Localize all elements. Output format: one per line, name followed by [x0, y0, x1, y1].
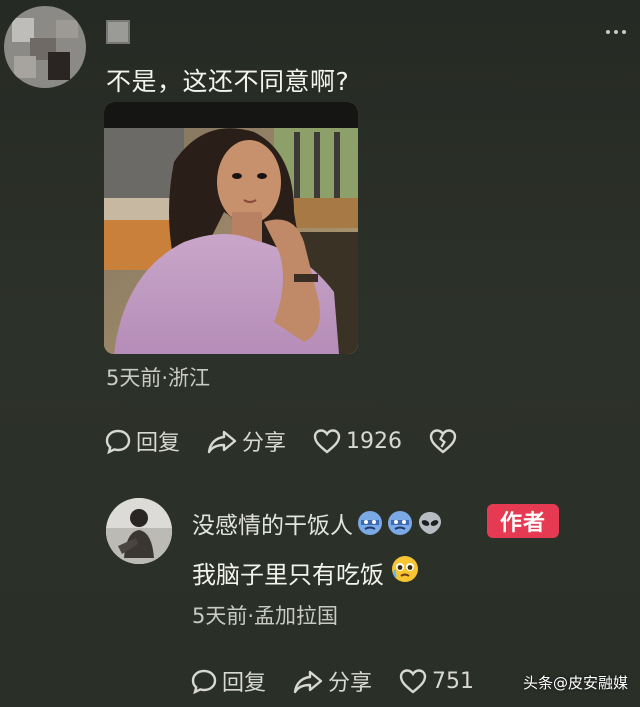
watermark: 头条@皮安融媒 [523, 672, 628, 693]
watermark-text: 头条@皮安融媒 [522, 674, 628, 692]
reply-time-location: 5天前·孟加拉国 [192, 604, 339, 628]
commenter-name-blurred[interactable] [106, 20, 130, 44]
reply-label: 回复 [136, 431, 181, 456]
like-count: 1926 [346, 428, 403, 454]
reply-reply-button[interactable]: 回复 [190, 665, 266, 697]
reply-username-row: 没感情的干饭人 [192, 506, 443, 540]
author-badge: 作者 [487, 504, 559, 538]
crying-face-emoji-icon [387, 510, 413, 536]
share-label: 分享 [328, 671, 373, 696]
like-count: 751 [432, 668, 475, 694]
comment-text: 不是，这还不同意啊? [106, 67, 350, 96]
reply-text-row: 我脑子里只有吃饭 [192, 554, 420, 590]
comment-image[interactable] [104, 102, 358, 354]
share-arrow-icon [206, 427, 238, 455]
share-arrow-icon [292, 667, 324, 695]
commenter-avatar[interactable] [4, 6, 86, 88]
comment-time-location: 5天前·浙江 [106, 366, 211, 390]
share-button[interactable]: 分享 [206, 425, 286, 457]
share-label: 分享 [242, 431, 287, 456]
heart-outline-icon [312, 427, 342, 455]
reply-like-button[interactable]: 751 [398, 667, 474, 695]
reply-action-bar: 回复 分享 751 [190, 664, 474, 698]
reply-username[interactable]: 没感情的干饭人 [192, 506, 353, 540]
reply-text: 我脑子里只有吃饭 [192, 560, 384, 589]
teary-face-emoji-icon [390, 554, 420, 590]
heart-outline-icon [398, 667, 428, 695]
reply-label: 回复 [222, 671, 267, 696]
reply-avatar[interactable] [106, 498, 172, 564]
comment-action-bar: 回复 分享 1926 [104, 424, 458, 458]
crying-face-emoji-icon [357, 510, 383, 536]
broken-heart-icon [428, 427, 458, 455]
alien-emoji-icon [417, 510, 443, 536]
reply-button[interactable]: 回复 [104, 425, 180, 457]
reply-share-button[interactable]: 分享 [292, 665, 372, 697]
chat-bubble-icon [104, 427, 132, 455]
dislike-button[interactable] [428, 427, 458, 455]
like-button[interactable]: 1926 [312, 427, 402, 455]
chat-bubble-icon [190, 667, 218, 695]
ellipsis-icon[interactable] [606, 30, 626, 34]
